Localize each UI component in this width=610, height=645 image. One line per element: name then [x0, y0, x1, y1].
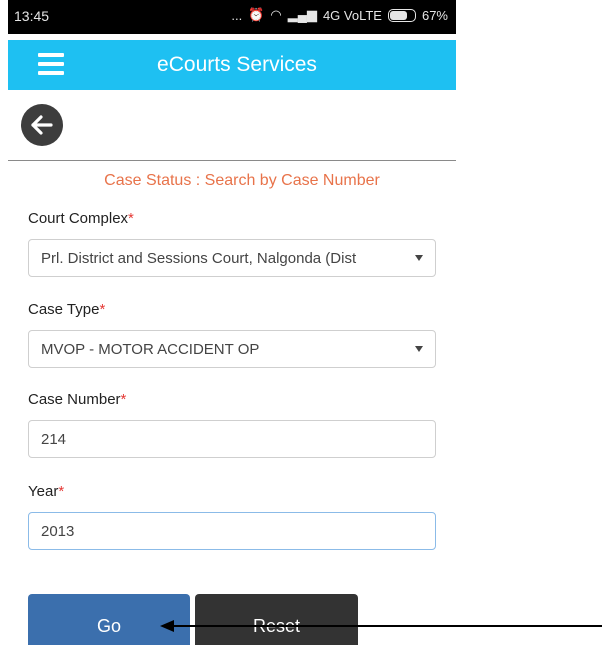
- more-icon: ...: [231, 7, 243, 23]
- required-mark: *: [99, 301, 106, 318]
- case-type-label-text: Case Type: [28, 301, 100, 318]
- page: 13:45 ... ⏰ ◠ ▂▄▆ 4G VoLTE 67% eCourts S…: [0, 0, 610, 645]
- divider: [8, 160, 456, 161]
- year-value: 2013: [41, 522, 75, 540]
- back-button[interactable]: [21, 104, 63, 146]
- required-mark: *: [120, 391, 127, 408]
- court-complex-label-text: Court Complex: [28, 210, 129, 227]
- pointer-arrow-icon: [160, 620, 602, 632]
- court-complex-label: Court Complex*: [28, 210, 134, 227]
- phone-screen: 13:45 ... ⏰ ◠ ▂▄▆ 4G VoLTE 67% eCourts S…: [8, 0, 456, 645]
- case-number-value: 214: [41, 430, 67, 448]
- court-complex-select[interactable]: Prl. District and Sessions Court, Nalgon…: [28, 239, 436, 277]
- year-label-text: Year: [28, 483, 59, 500]
- signal-icon: ▂▄▆: [287, 7, 317, 22]
- case-number-input[interactable]: 214: [28, 420, 436, 458]
- status-time: 13:45: [14, 8, 50, 24]
- chevron-down-icon: [415, 255, 423, 261]
- case-type-value: MVOP - MOTOR ACCIDENT OP: [41, 340, 260, 358]
- case-number-label-text: Case Number: [28, 391, 121, 408]
- status-bar: 13:45 ... ⏰ ◠ ▂▄▆ 4G VoLTE 67%: [8, 0, 456, 34]
- alarm-icon: ⏰: [248, 7, 265, 22]
- case-type-label: Case Type*: [28, 301, 105, 318]
- network-label: 4G VoLTE: [322, 7, 382, 23]
- year-input[interactable]: 2013: [28, 512, 436, 550]
- status-icons: ... ⏰ ◠ ▂▄▆ 4G VoLTE 67%: [231, 7, 448, 23]
- battery-percent: 67%: [421, 7, 448, 23]
- form-title: Case Status : Search by Case Number: [104, 172, 380, 189]
- year-label: Year*: [28, 483, 64, 500]
- app-bar: eCourts Services: [8, 40, 456, 90]
- chevron-down-icon: [415, 346, 423, 352]
- app-title: eCourts Services: [157, 53, 317, 76]
- wifi-icon: ◠: [270, 7, 282, 22]
- case-number-label: Case Number*: [28, 391, 126, 408]
- case-type-select[interactable]: MVOP - MOTOR ACCIDENT OP: [28, 330, 436, 368]
- required-mark: *: [128, 210, 134, 227]
- back-arrow-icon: [31, 115, 53, 135]
- required-mark: *: [58, 483, 65, 500]
- court-complex-value: Prl. District and Sessions Court, Nalgon…: [41, 249, 357, 267]
- battery-icon: [387, 8, 416, 22]
